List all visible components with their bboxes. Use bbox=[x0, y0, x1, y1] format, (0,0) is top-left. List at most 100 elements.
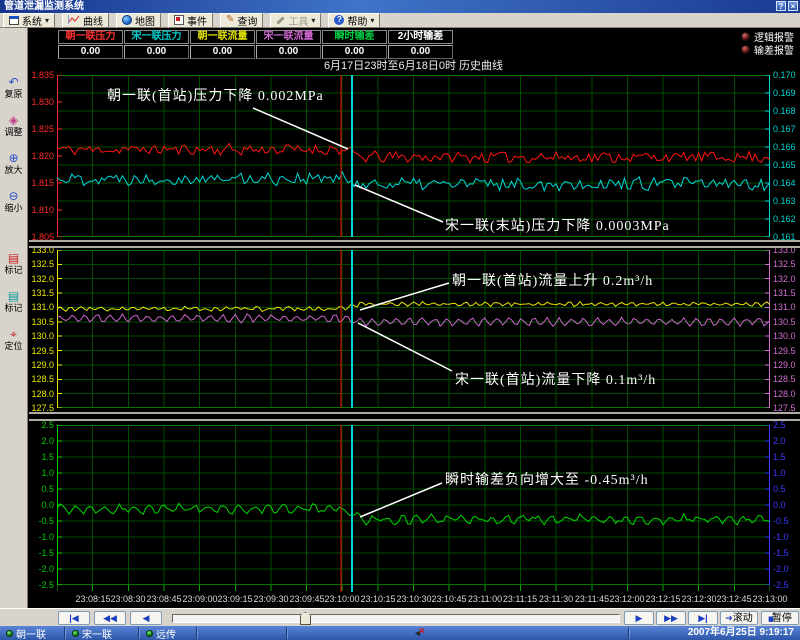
readout-header: 朝一联流量 bbox=[190, 30, 255, 44]
readout-header: 2小时输差 bbox=[388, 30, 453, 44]
right-axis-tick-label: 131.0 bbox=[773, 303, 800, 312]
station-label: 宋一联 bbox=[82, 626, 112, 640]
go-first-button[interactable]: |◀ bbox=[58, 611, 90, 625]
toolbar-button-工具[interactable]: 工具▾ bbox=[270, 13, 321, 28]
left-axis-tick-label: 2.5 bbox=[27, 421, 54, 430]
right-axis-tick-label: 1.0 bbox=[773, 469, 800, 478]
right-axis-tick-label: 132.5 bbox=[773, 260, 800, 269]
grid-lines bbox=[57, 250, 770, 408]
left-axis-tick-label: 130.5 bbox=[27, 318, 54, 327]
toolbar-button-事件[interactable]: 事件 bbox=[168, 13, 213, 28]
toolbar-button-查询[interactable]: ✎查询 bbox=[220, 13, 263, 28]
right-axis-tick-label: 130.0 bbox=[773, 332, 800, 341]
pane-splitter[interactable] bbox=[29, 419, 800, 421]
right-axis-tick-label: 0.169 bbox=[773, 89, 800, 98]
toolbar-button-地图[interactable]: 地图 bbox=[116, 13, 161, 28]
readout-table: 朝一联压力0.00宋一联压力0.00朝一联流量0.00宋一联流量0.00瞬时输差… bbox=[58, 30, 454, 59]
station-status-宋一联[interactable]: 宋一联 bbox=[72, 626, 112, 640]
pause-button[interactable]: ▮▮暂停 bbox=[761, 611, 799, 625]
left-axis-tick-label: 132.5 bbox=[27, 260, 54, 269]
annotation-text: 宋一联(首站)流量下降 0.1m³/h bbox=[455, 369, 656, 389]
step-forward-button[interactable]: ▶ bbox=[624, 611, 654, 625]
alarm-led-icon bbox=[741, 32, 750, 41]
sidebar-tool-缩小[interactable]: ⊖缩小 bbox=[0, 190, 27, 213]
sidebar-tool-定位[interactable]: ⌖定位 bbox=[0, 328, 27, 351]
left-axis-tick-label: 0.0 bbox=[27, 501, 54, 510]
sidebar-tool-label: 放大 bbox=[0, 165, 27, 175]
titlebar: 管道泄漏监测系统 ? × bbox=[0, 0, 800, 13]
left-axis-tick-label: -0.5 bbox=[27, 517, 54, 526]
fast-back-button[interactable]: ◀◀ bbox=[94, 611, 126, 625]
map-icon bbox=[122, 15, 132, 25]
right-axis-tick-label: 0.170 bbox=[773, 71, 800, 80]
chevron-down-icon: ▾ bbox=[311, 16, 315, 25]
readout-column: 朝一联流量0.00 bbox=[190, 30, 255, 59]
left-axis-tick-label: 1.830 bbox=[27, 98, 54, 107]
statusbar-separator bbox=[64, 627, 65, 639]
toolbar-button-系统[interactable]: 系统▾ bbox=[3, 13, 55, 28]
right-axis-tick-label: 129.0 bbox=[773, 361, 800, 370]
left-axis-tick-label: 131.0 bbox=[27, 303, 54, 312]
toolbar-button-label: 地图 bbox=[135, 13, 155, 28]
right-axis-tick-label: -2.0 bbox=[773, 565, 800, 574]
left-axis-tick-label: 1.810 bbox=[27, 206, 54, 215]
step-back-button[interactable]: ◀ bbox=[130, 611, 162, 625]
pane-splitter[interactable] bbox=[29, 240, 800, 242]
query-icon: ✎ bbox=[226, 15, 234, 25]
chart-plot-3[interactable] bbox=[57, 425, 770, 585]
left-axis-tick-label: -1.5 bbox=[27, 549, 54, 558]
right-axis-tick-label: 2.5 bbox=[773, 421, 800, 430]
chevron-down-icon: ▾ bbox=[45, 16, 49, 25]
time-scrollbar-track[interactable] bbox=[172, 614, 620, 623]
time-tick-strip bbox=[57, 584, 770, 592]
readout-column: 瞬时输差0.00 bbox=[322, 30, 387, 59]
right-axis-tick-label: 128.5 bbox=[773, 375, 800, 384]
go-last-button[interactable]: ▶| bbox=[688, 611, 718, 625]
readout-header: 宋一联流量 bbox=[256, 30, 321, 44]
sidebar-tool-放大[interactable]: ⊕放大 bbox=[0, 152, 27, 175]
left-axis-tick-label: 130.0 bbox=[27, 332, 54, 341]
sidebar-tool-标记[interactable]: ▤标记 bbox=[0, 290, 27, 313]
sidebar-tool-label: 标记 bbox=[0, 265, 27, 275]
fast-forward-button[interactable]: ▶▶ bbox=[656, 611, 686, 625]
left-axis-tick-label: -2.0 bbox=[27, 565, 54, 574]
close-window-button[interactable]: × bbox=[788, 1, 798, 11]
scroll-button[interactable]: ➔滚动 bbox=[720, 611, 758, 625]
scroll-label: 滚动 bbox=[733, 613, 753, 624]
sidebar-tool-标记[interactable]: ▤标记 bbox=[0, 252, 27, 275]
left-axis-tick-label: 1.820 bbox=[27, 152, 54, 161]
annotation-text: 瞬时输差负向增大至 -0.45m³/h bbox=[445, 469, 649, 489]
right-axis-tick-label: -1.0 bbox=[773, 533, 800, 542]
readout-header: 朝一联压力 bbox=[58, 30, 123, 44]
pane-splitter[interactable] bbox=[29, 246, 800, 248]
tools-icon bbox=[277, 16, 285, 24]
right-axis-tick-label: 0.166 bbox=[773, 143, 800, 152]
station-led-icon bbox=[6, 630, 13, 637]
pipeline-leak-monitor-window: 管道泄漏监测系统 ? × 系统▾曲线地图事件✎查询工具▾?帮助▾ 朝一联压力0.… bbox=[0, 0, 800, 640]
readout-column: 宋一联压力0.00 bbox=[124, 30, 189, 59]
tool-sidebar: ↶复原 ◈调整 ⊕放大 ⊖缩小 ▤标记 ▤标记 ⌖定位 bbox=[0, 28, 28, 608]
statusbar-separator bbox=[628, 627, 629, 639]
sidebar-tool-复原[interactable]: ↶复原 bbox=[0, 76, 27, 99]
toolbar-button-帮助[interactable]: ?帮助▾ bbox=[328, 13, 380, 28]
station-status-朝一联[interactable]: 朝一联 bbox=[6, 626, 46, 640]
undo-icon: ↶ bbox=[0, 76, 27, 89]
mute-cross-glyph: × bbox=[419, 626, 425, 637]
station-label: 远传 bbox=[156, 626, 176, 640]
chevron-down-icon: ▾ bbox=[370, 16, 374, 25]
toolbar-button-曲线[interactable]: 曲线 bbox=[62, 13, 109, 28]
sidebar-tool-label: 标记 bbox=[0, 303, 27, 313]
alarm-indicator: 输差报警 bbox=[741, 43, 794, 56]
right-axis-tick-label: 129.5 bbox=[773, 347, 800, 356]
right-axis-tick-label: 0.165 bbox=[773, 161, 800, 170]
statusbar: ◄ × 2007年6月25日 9:19:17 朝一联宋一联远传 bbox=[0, 626, 800, 640]
chart-plot-2[interactable] bbox=[57, 250, 770, 408]
help-window-button[interactable]: ? bbox=[776, 1, 786, 11]
pane-splitter[interactable] bbox=[29, 412, 800, 414]
station-status-远传[interactable]: 远传 bbox=[146, 626, 176, 640]
right-axis-tick-label: 0.164 bbox=[773, 179, 800, 188]
mute-icon[interactable]: ◄ × bbox=[413, 627, 426, 639]
alarm-label: 输差报警 bbox=[754, 42, 794, 57]
sidebar-tool-调整[interactable]: ◈调整 bbox=[0, 114, 27, 137]
readout-column: 宋一联流量0.00 bbox=[256, 30, 321, 59]
